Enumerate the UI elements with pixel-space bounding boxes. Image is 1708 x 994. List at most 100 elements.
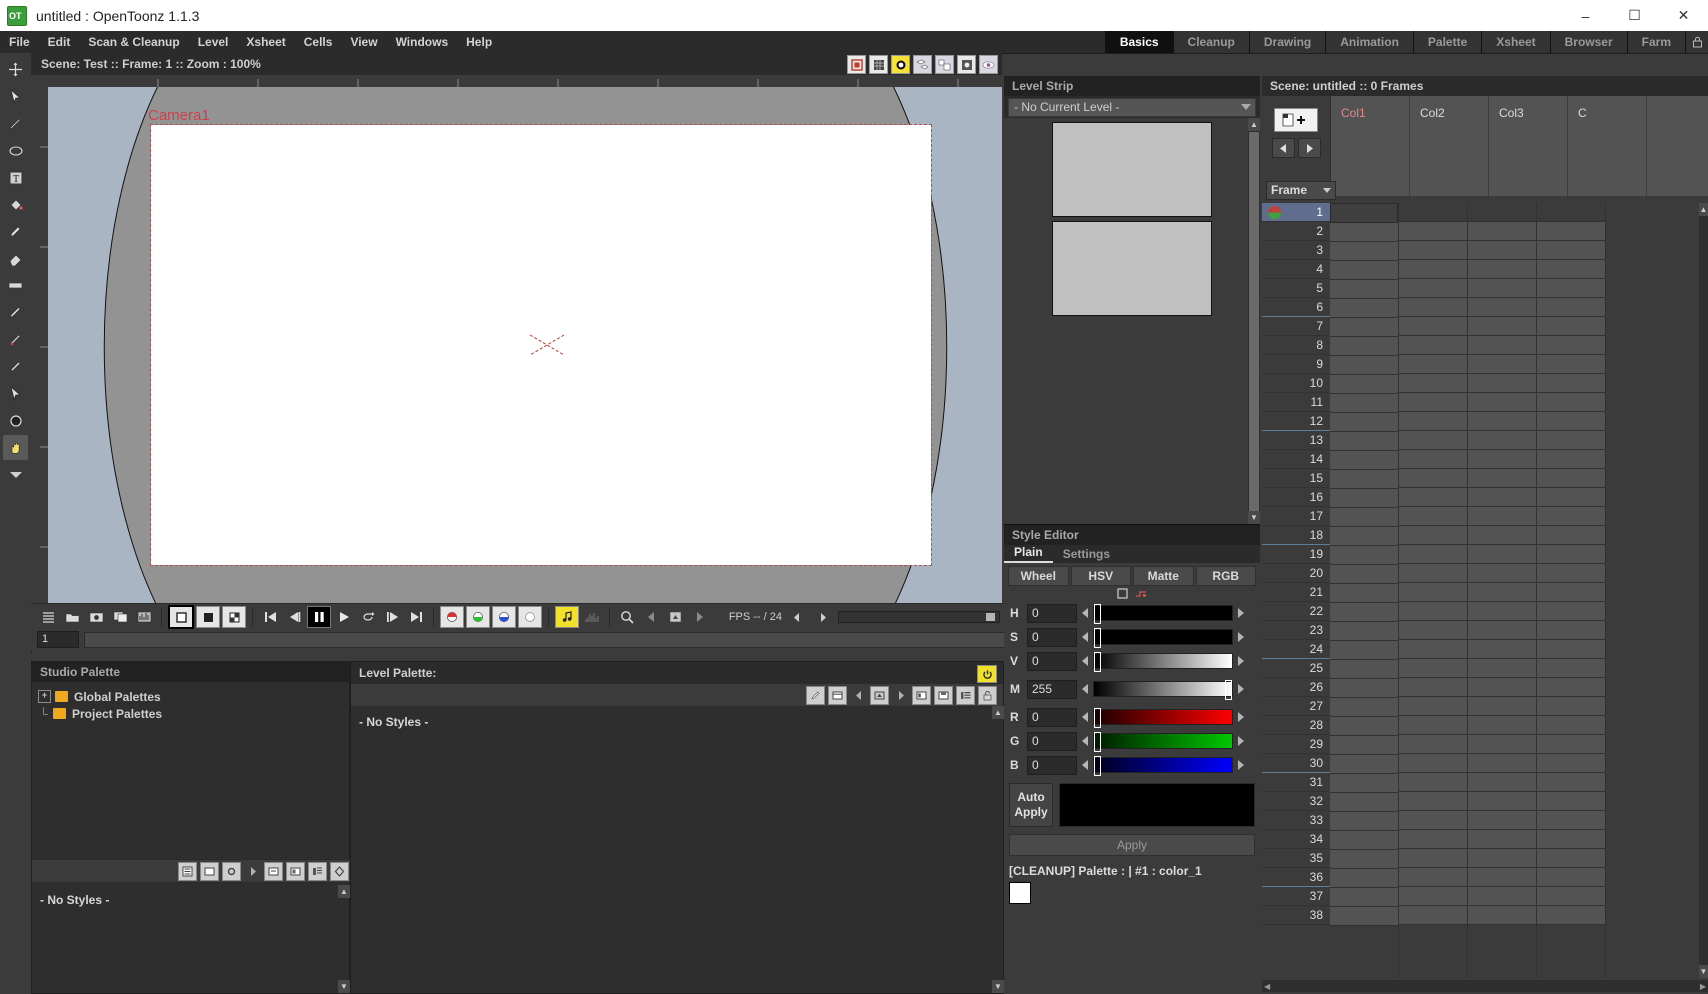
slider-increase-icon-b[interactable] — [1238, 760, 1244, 770]
xsheet-cell[interactable] — [1468, 260, 1536, 279]
xsheet-cell-column-4[interactable] — [1537, 203, 1606, 978]
room-tab-cleanup[interactable]: Cleanup — [1172, 31, 1249, 53]
scroll-up-arrow-icon[interactable]: ▲ — [992, 706, 1004, 719]
xsheet-cell[interactable] — [1468, 222, 1536, 241]
xsheet-cell[interactable] — [1537, 906, 1605, 925]
frame-row-16[interactable]: 16 — [1262, 488, 1330, 507]
xsheet-cell[interactable] — [1399, 621, 1467, 640]
scroll-left-arrow-icon[interactable]: ◀ — [1264, 982, 1270, 991]
new-style-icon[interactable] — [806, 685, 825, 705]
xsheet-cell[interactable] — [1330, 413, 1398, 432]
xsheet-cell[interactable] — [1537, 716, 1605, 735]
xsheet-cell[interactable] — [1468, 716, 1536, 735]
tree-item-global-palettes[interactable]: + Global Palettes — [38, 688, 349, 705]
column-header-col2[interactable]: Col2 — [1410, 96, 1489, 196]
camera-stand-view-icon[interactable] — [935, 55, 954, 74]
3d-view-icon[interactable] — [913, 55, 932, 74]
studio-palette-style-list[interactable]: - No Styles - ▲ ▼ — [32, 885, 350, 993]
xsheet-cell[interactable] — [1399, 716, 1467, 735]
xsheet-cell[interactable] — [1399, 906, 1467, 925]
xsheet-cell[interactable] — [1537, 450, 1605, 469]
xsheet-cell[interactable] — [1399, 298, 1467, 317]
level-strip-frames[interactable]: ▲ ▼ — [1004, 118, 1260, 524]
locator-next-button[interactable] — [688, 607, 710, 627]
save-palette-icon[interactable] — [934, 685, 953, 705]
xsheet-cell[interactable] — [1468, 849, 1536, 868]
xsheet-cell[interactable] — [1399, 868, 1467, 887]
xsheet-cell[interactable] — [1468, 412, 1536, 431]
slider-increase-icon-g[interactable] — [1238, 736, 1244, 746]
green-channel-button[interactable] — [466, 606, 490, 628]
slider-decrease-icon-g[interactable] — [1082, 736, 1088, 746]
slider-knob-b[interactable] — [1094, 756, 1101, 776]
last-frame-button[interactable] — [405, 607, 427, 627]
frame-row-33[interactable]: 33 — [1262, 811, 1330, 830]
frame-row-34[interactable]: 34 — [1262, 830, 1330, 849]
xsheet-cell[interactable] — [1399, 640, 1467, 659]
xsheet-cell[interactable] — [1399, 792, 1467, 811]
xsheet-cell[interactable] — [1399, 507, 1467, 526]
fps-slider[interactable] — [838, 611, 1000, 623]
slider-field-g[interactable]: 0 — [1027, 731, 1077, 751]
xsheet-cell[interactable] — [1399, 431, 1467, 450]
frame-row-14[interactable]: 14 — [1262, 450, 1330, 469]
xsheet-cell[interactable] — [1330, 565, 1398, 584]
lock-icon[interactable] — [978, 685, 997, 705]
scroll-down-arrow-icon[interactable]: ▼ — [1248, 511, 1260, 524]
xsheet-grid[interactable]: 1 2 3 4 5 6 7 8 9 10 11 12 13 14 15 16 17 18 19 20 21 22 23 24 2… — [1262, 203, 1708, 978]
xsheet-cell[interactable] — [1468, 241, 1536, 260]
horizontal-ruler[interactable] — [48, 75, 1002, 87]
xsheet-cell[interactable] — [1537, 241, 1605, 260]
xsheet-cell[interactable] — [1537, 697, 1605, 716]
xsheet-cell[interactable] — [1537, 830, 1605, 849]
xsheet-cell[interactable] — [1399, 735, 1467, 754]
room-tab-farm[interactable]: Farm — [1626, 31, 1685, 53]
close-button[interactable]: ✕ — [1659, 0, 1708, 31]
frame-row-28[interactable]: 28 — [1262, 716, 1330, 735]
xsheet-cell[interactable] — [1468, 906, 1536, 925]
zoom-tool[interactable] — [3, 408, 28, 433]
safe-area-icon[interactable] — [847, 55, 866, 74]
frame-row-24[interactable]: 24 — [1262, 640, 1330, 659]
slider-track-m[interactable] — [1093, 680, 1233, 700]
tree-item-project-palettes[interactable]: └ Project Palettes — [38, 705, 349, 722]
new-page-icon[interactable] — [828, 685, 847, 705]
xsheet-cell[interactable] — [1330, 907, 1398, 926]
maximize-button[interactable]: ☐ — [1610, 0, 1659, 31]
name-editor-icon[interactable] — [264, 861, 283, 881]
geometric-tool[interactable] — [3, 138, 28, 163]
fps-increase-button[interactable] — [812, 607, 834, 627]
frame-row-3[interactable]: 3 — [1262, 241, 1330, 260]
flip-console-menu-button[interactable] — [37, 607, 59, 627]
xsheet-cell[interactable] — [1537, 849, 1605, 868]
xsheet-cell[interactable] — [1330, 736, 1398, 755]
slider-increase-icon-m[interactable] — [1238, 684, 1244, 694]
menu-windows[interactable]: Windows — [387, 31, 458, 53]
xsheet-cell[interactable] — [1468, 507, 1536, 526]
xsheet-cell[interactable] — [1537, 412, 1605, 431]
xsheet-cell[interactable] — [1468, 564, 1536, 583]
xsheet-cell[interactable] — [1468, 868, 1536, 887]
soundtrack-button[interactable] — [581, 607, 603, 627]
xsheet-cell[interactable] — [1330, 489, 1398, 508]
frame-row-30[interactable]: 30 — [1262, 754, 1330, 773]
xsheet-cell[interactable] — [1330, 337, 1398, 356]
histogram-button[interactable] — [133, 607, 155, 627]
xsheet-cell[interactable] — [1399, 374, 1467, 393]
snapshot-button[interactable] — [85, 607, 107, 627]
name-display-icon[interactable] — [956, 685, 975, 705]
frame-row-22[interactable]: 22 — [1262, 602, 1330, 621]
menu-view[interactable]: View — [341, 31, 386, 53]
frame-row-9[interactable]: 9 — [1262, 355, 1330, 374]
mode-rgb[interactable]: RGB — [1195, 566, 1256, 586]
scroll-up-arrow-icon[interactable]: ▲ — [338, 885, 350, 898]
xsheet-cell[interactable] — [1537, 469, 1605, 488]
fps-slider-knob[interactable] — [986, 613, 995, 621]
frame-row-6[interactable]: 6 — [1262, 298, 1330, 317]
set-key-icon[interactable] — [870, 685, 889, 705]
frame-row-8[interactable]: 8 — [1262, 336, 1330, 355]
tab-settings[interactable]: Settings — [1053, 546, 1120, 563]
slider-increase-icon-v[interactable] — [1238, 656, 1244, 666]
frame-row-23[interactable]: 23 — [1262, 621, 1330, 640]
level-strip-thumbnail[interactable] — [1052, 221, 1212, 316]
